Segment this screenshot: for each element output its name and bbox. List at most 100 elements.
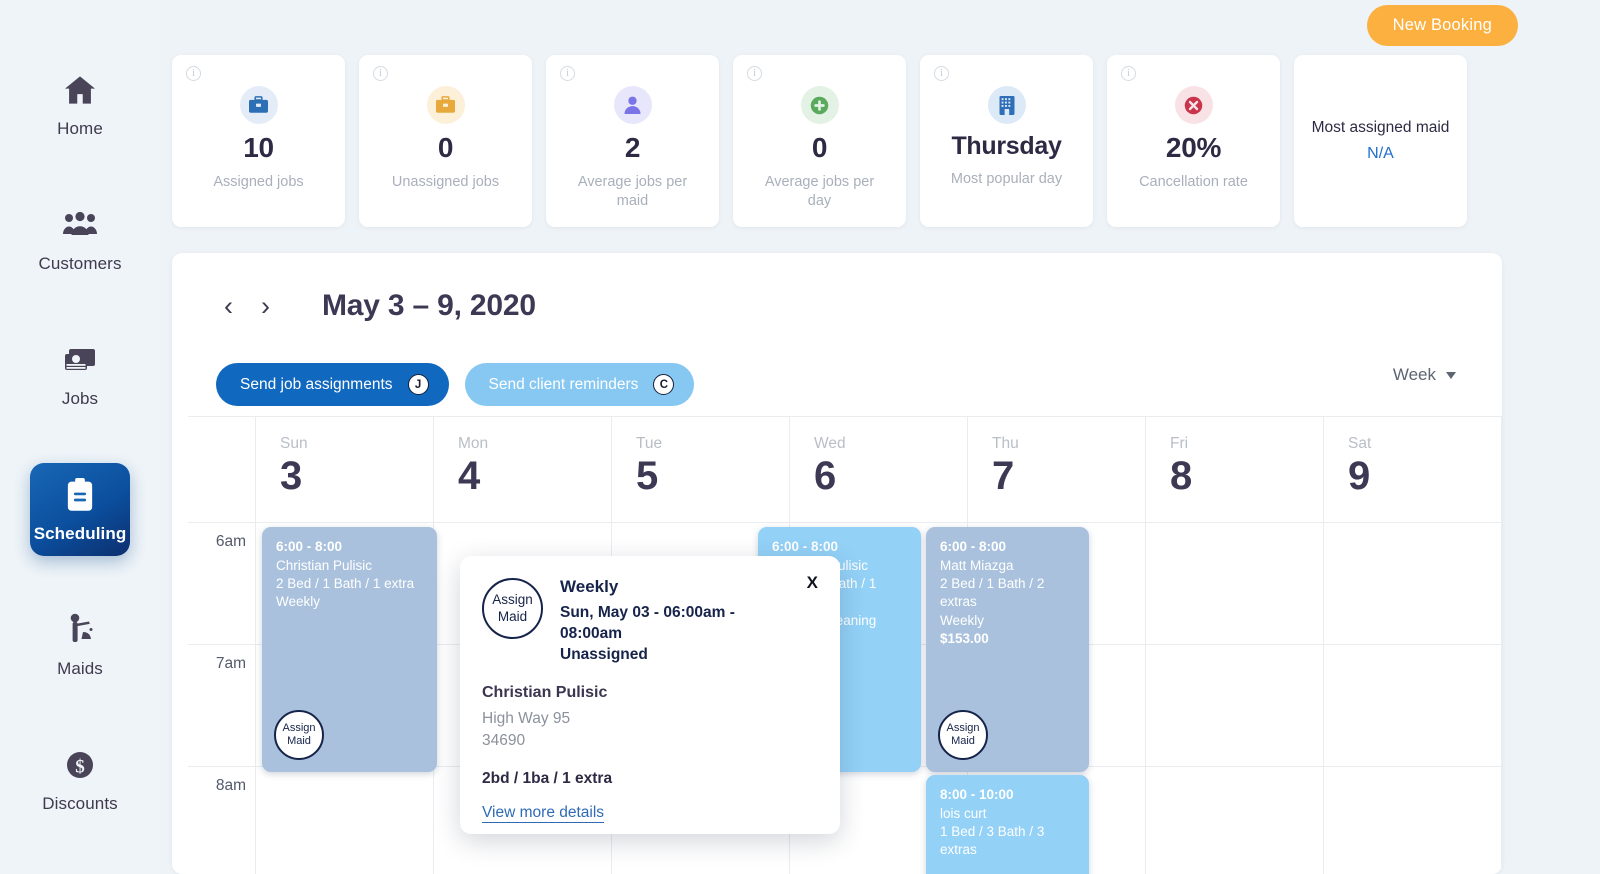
sidebar-item-label: Customers (38, 254, 122, 273)
sidebar-item-home[interactable]: Home (30, 58, 130, 151)
sidebar-item-maids[interactable]: Maids (30, 598, 130, 691)
x-circle-icon (1174, 86, 1213, 124)
person-icon (613, 86, 652, 124)
home-icon (63, 70, 97, 110)
previous-week-button[interactable]: ‹ (216, 291, 241, 322)
stat-card-avg-jobs-per-maid: i 2 Average jobs per maid (546, 55, 719, 227)
event-time: 8:00 - 10:00 (940, 787, 1014, 802)
stat-value: 2 (624, 132, 641, 163)
job-badge-icon: J (407, 374, 429, 395)
info-icon[interactable]: i (373, 66, 388, 81)
slot-sat-7am[interactable] (1324, 644, 1502, 766)
send-client-reminders-label: Send client reminders (488, 375, 639, 393)
sidebar-item-discounts[interactable]: $ Discounts (30, 733, 130, 826)
view-more-details-link[interactable]: View more details (482, 804, 605, 823)
stat-label: Average jobs per maid (577, 173, 688, 210)
day-name: Wed (814, 435, 846, 452)
stat-card-most-popular-day: i Thursday Most popular day (920, 55, 1093, 227)
sidebar-item-scheduling[interactable]: Scheduling (30, 463, 130, 556)
stat-card-avg-jobs-per-day: i 0 Average jobs per day (733, 55, 906, 227)
stat-value: 0 (437, 132, 454, 163)
sidebar: Home Customers Jobs Scheduling Maids $ D… (0, 0, 160, 874)
stat-card-unassigned-jobs: i 0 Unassigned jobs (359, 55, 532, 227)
day-header-sun[interactable]: Sun 3 (256, 417, 434, 522)
assign-maid-button[interactable]: Assign Maid (274, 710, 324, 760)
popup-datetime: Sun, May 03 - 06:00am - 08:00am (560, 604, 735, 643)
stat-label: Unassigned jobs (391, 173, 500, 190)
new-booking-button[interactable]: New Booking (1366, 5, 1518, 46)
sidebar-item-label: Maids (57, 659, 103, 678)
info-icon[interactable]: i (560, 66, 575, 81)
calendar-event-thu-0800[interactable]: 8:00 - 10:00 lois curt 1 Bed / 3 Bath / … (926, 775, 1089, 874)
slot-sat-8am[interactable] (1324, 766, 1502, 874)
view-mode-label: Week (1392, 365, 1436, 384)
info-icon[interactable]: i (186, 66, 201, 81)
sidebar-item-label: Jobs (61, 389, 99, 408)
slot-sun-8am[interactable] (256, 766, 434, 874)
money-icon (63, 340, 97, 380)
slot-fri-7am[interactable] (1146, 644, 1324, 766)
assign-maid-line2: Maid (951, 735, 975, 747)
clipboard-icon (65, 475, 95, 515)
day-header-tue[interactable]: Tue 5 (612, 417, 790, 522)
stat-value: 0 (811, 132, 828, 163)
day-header-mon[interactable]: Mon 4 (434, 417, 612, 522)
event-frequency: Weekly (940, 612, 985, 628)
send-client-reminders-button[interactable]: Send client reminders C (464, 363, 695, 406)
day-header-sat[interactable]: Sat 9 (1324, 417, 1502, 522)
day-number: 3 (280, 454, 303, 498)
briefcase-icon (239, 86, 278, 124)
calendar-actions: Send job assignments J Send client remin… (216, 363, 695, 406)
view-mode-dropdown[interactable]: Week (1393, 365, 1456, 385)
calendar-event-thu-0600[interactable]: 6:00 - 8:00 Matt Miazga 2 Bed / 1 Bath /… (926, 527, 1089, 772)
day-name: Thu (992, 435, 1019, 452)
popup-client-name: Christian Pulisic (482, 683, 608, 701)
popup-specs: 2bd / 1ba / 1 extra (482, 769, 613, 787)
stat-label: Cancellation rate (1139, 173, 1248, 190)
close-icon[interactable]: X (807, 573, 818, 593)
people-icon (61, 205, 99, 245)
event-specs: 2 Bed / 1 Bath / 1 extra (276, 576, 415, 592)
calendar-navigation: ‹ › May 3 – 9, 2020 (216, 289, 536, 323)
next-week-button[interactable]: › (253, 291, 278, 322)
sidebar-item-customers[interactable]: Customers (30, 193, 130, 286)
popup-address-line2: 34690 (482, 731, 526, 749)
popup-address-line1: High Way 95 (482, 709, 571, 727)
event-frequency: Weekly (276, 594, 321, 610)
slot-fri-8am[interactable] (1146, 766, 1324, 874)
day-header-wed[interactable]: Wed 6 (790, 417, 968, 522)
scheduling-app: Home Customers Jobs Scheduling Maids $ D… (0, 0, 1600, 874)
stat-card-assigned-jobs: i 10 Assigned jobs (172, 55, 345, 227)
popup-frequency: Weekly (560, 577, 619, 596)
send-job-assignments-label: Send job assignments (240, 375, 393, 393)
slot-sat-6am[interactable] (1324, 522, 1502, 644)
assign-maid-line1: Assign (282, 722, 316, 735)
info-icon[interactable]: i (747, 66, 762, 81)
stat-card-cancellation-rate: i 20% Cancellation rate (1107, 55, 1280, 227)
assign-maid-line1: Assign (946, 722, 980, 735)
calendar-day-headers: Sun 3 Mon 4 Tue 5 Wed 6 Thu 7 Fri 8 Sat … (188, 416, 1502, 522)
day-number: 6 (814, 454, 837, 498)
sidebar-item-jobs[interactable]: Jobs (30, 328, 130, 421)
hour-label: 6am (188, 522, 256, 644)
day-header-thu[interactable]: Thu 7 (968, 417, 1146, 522)
popup-address: High Way 95 34690 (482, 708, 818, 752)
day-number: 8 (1170, 454, 1193, 498)
assign-maid-button[interactable]: Assign Maid (482, 578, 543, 639)
info-icon[interactable]: i (934, 66, 949, 81)
send-job-assignments-button[interactable]: Send job assignments J (216, 363, 449, 406)
day-header-fri[interactable]: Fri 8 (1146, 417, 1324, 522)
info-icon[interactable]: i (1121, 66, 1136, 81)
assign-maid-button[interactable]: Assign Maid (938, 710, 988, 760)
calendar-event-sun-0600[interactable]: 6:00 - 8:00 Christian Pulisic 2 Bed / 1 … (262, 527, 437, 772)
day-name: Tue (636, 435, 663, 452)
event-client: Matt Miazga (940, 558, 1014, 573)
day-name: Sun (280, 435, 308, 452)
hour-row-8am: 8am (188, 766, 1502, 874)
maid-icon (64, 610, 96, 650)
most-assigned-maid-value[interactable]: N/A (1367, 145, 1394, 163)
day-name: Mon (458, 435, 489, 452)
slot-fri-6am[interactable] (1146, 522, 1324, 644)
stat-value: 20% (1165, 132, 1222, 163)
briefcase-icon (426, 86, 465, 124)
